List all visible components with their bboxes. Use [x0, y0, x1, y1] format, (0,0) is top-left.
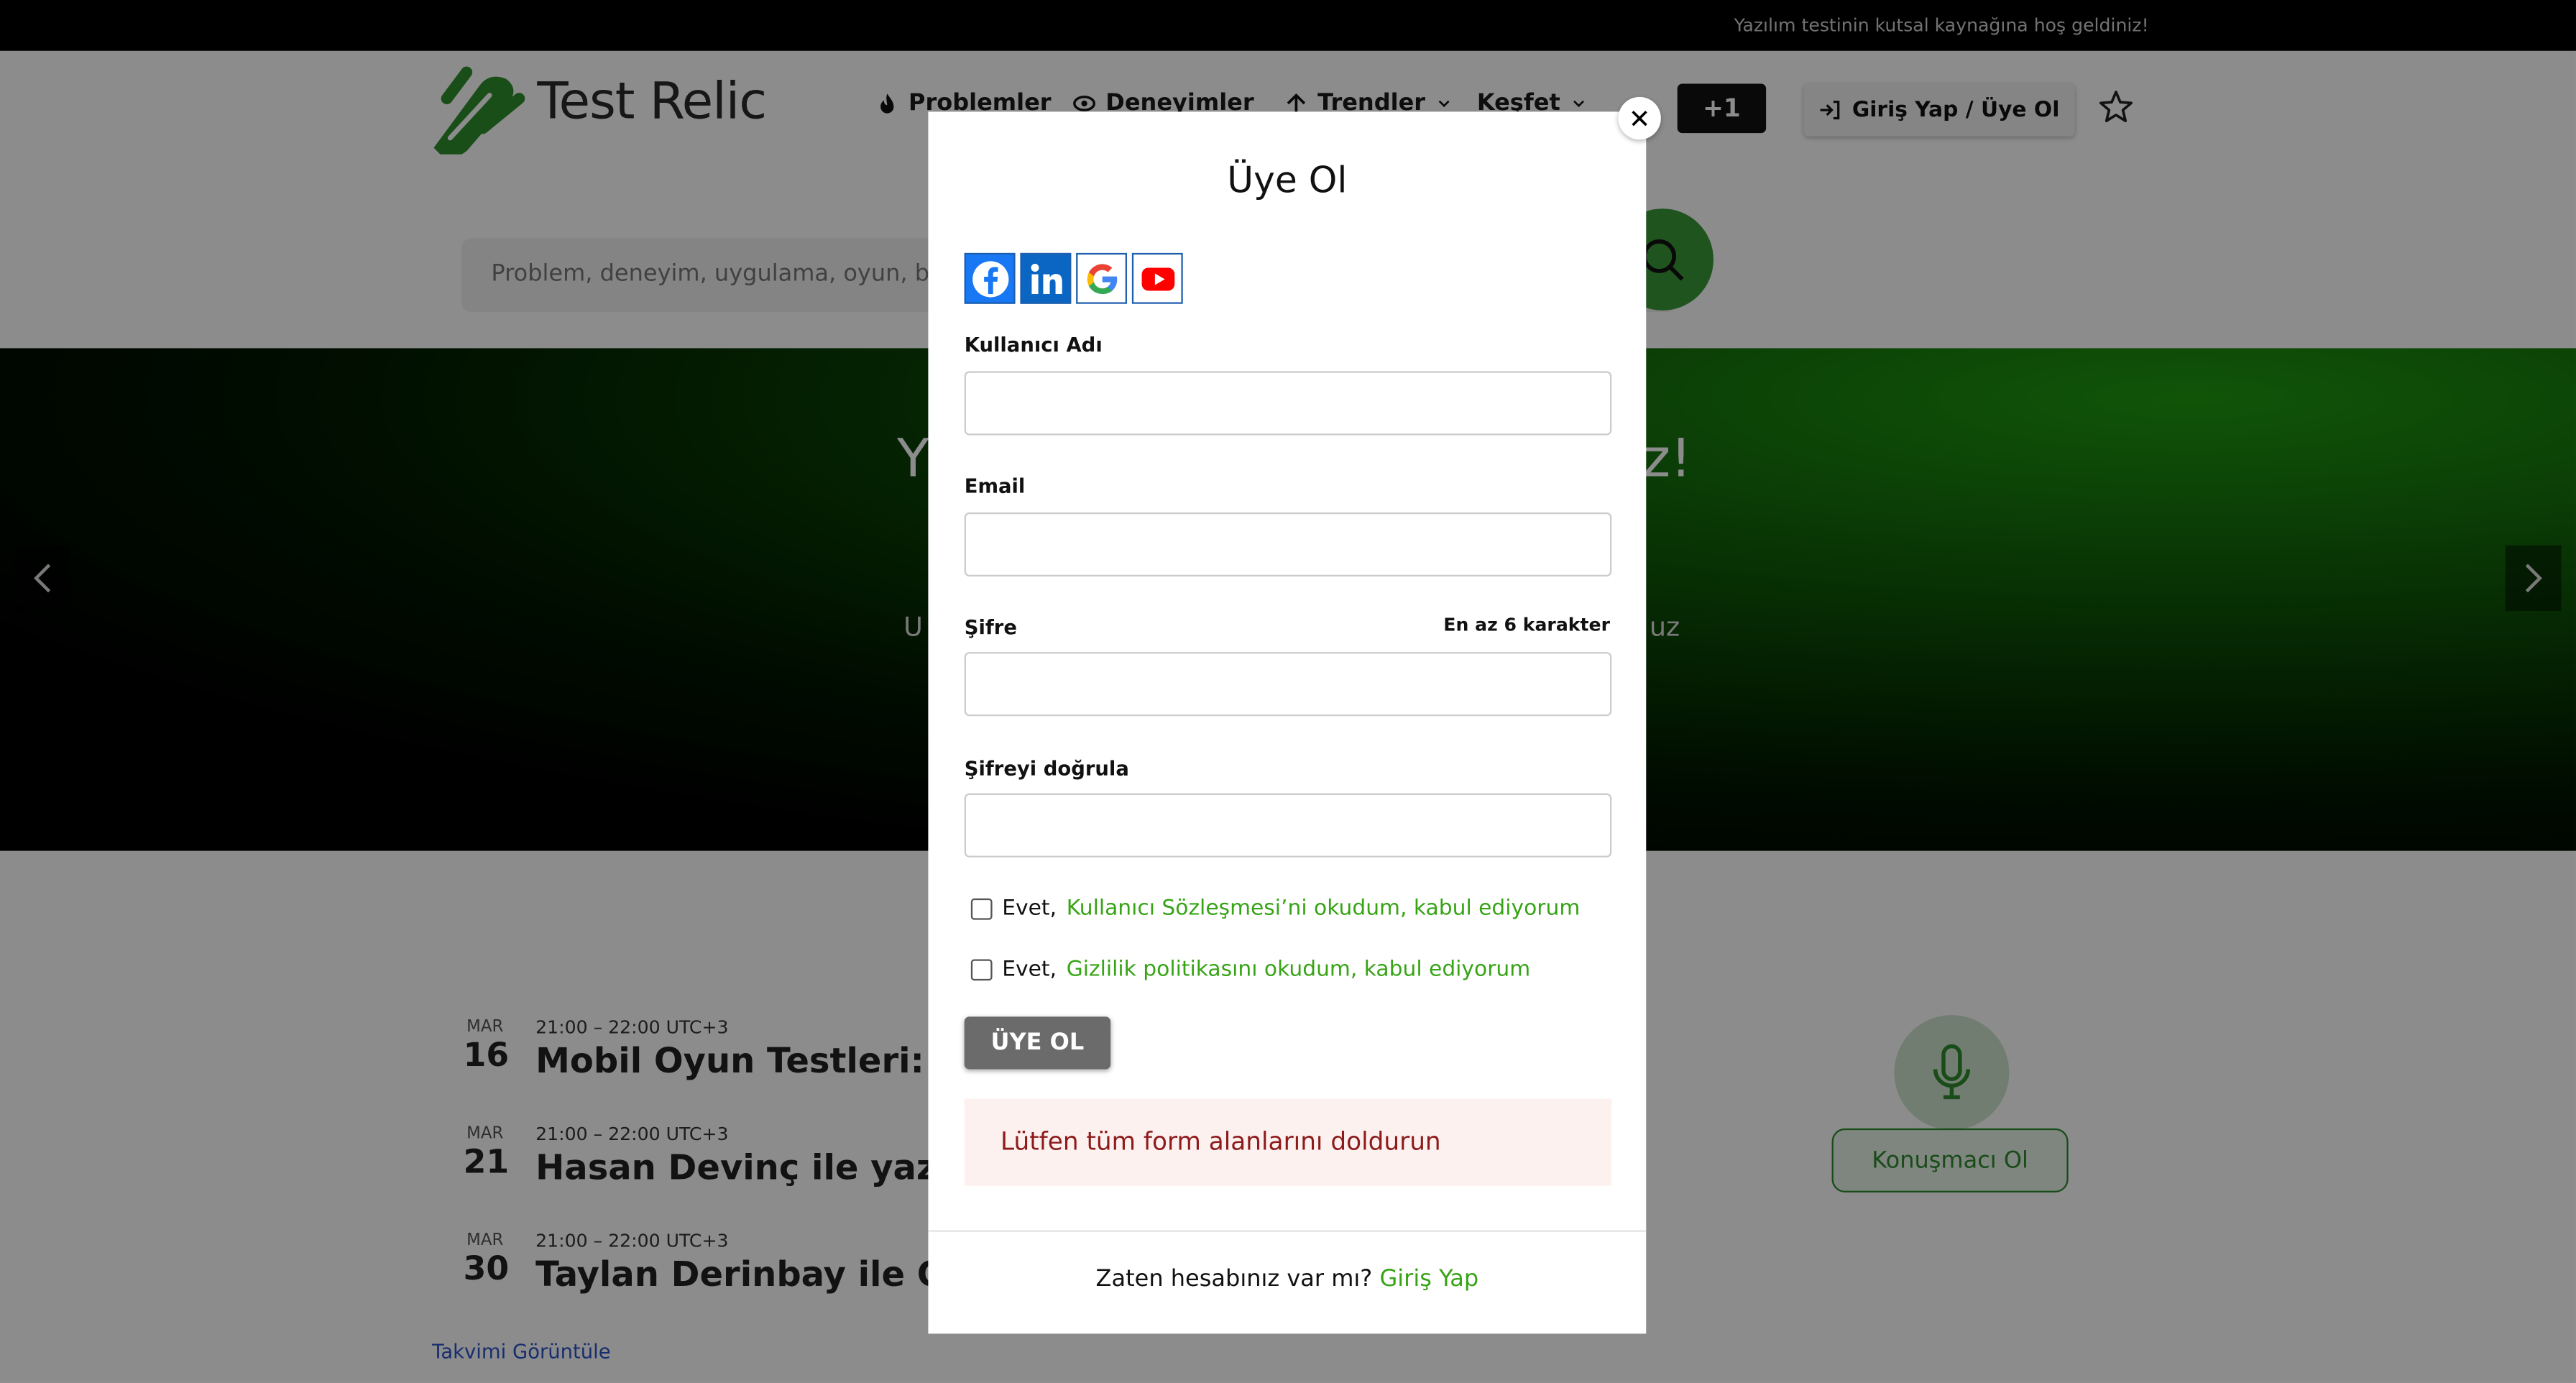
username-field[interactable] — [964, 371, 1612, 436]
page: Yazılım testinin kutsal kaynağına hoş ge… — [0, 0, 2576, 1383]
signup-submit-button[interactable]: ÜYE OL — [964, 1016, 1111, 1070]
youtube-button[interactable] — [1131, 252, 1183, 304]
close-modal-button[interactable]: ✕ — [1618, 96, 1661, 140]
linkedin-button[interactable] — [1020, 252, 1072, 304]
close-icon: ✕ — [1628, 102, 1651, 134]
modal-footer: Zaten hesabınız var mı? Giriş Yap — [928, 1267, 1646, 1293]
confirm-password-field[interactable] — [964, 793, 1612, 858]
terms-checkbox[interactable] — [970, 898, 993, 920]
email-field[interactable] — [964, 512, 1612, 577]
youtube-icon — [1141, 267, 1174, 290]
password-hint: En az 6 karakter — [1443, 614, 1610, 636]
google-icon — [1086, 263, 1117, 293]
linkedin-icon — [1030, 262, 1062, 293]
login-link[interactable]: Giriş Yap — [1379, 1267, 1478, 1293]
terms-prefix: Evet, — [1002, 896, 1057, 922]
password-label: Şifre — [964, 615, 1017, 639]
privacy-checkbox[interactable] — [970, 959, 993, 981]
confirm-password-label: Şifreyi doğrula — [964, 757, 1129, 781]
error-message: Lütfen tüm form alanlarını doldurun — [964, 1098, 1612, 1186]
privacy-link[interactable]: Gizlilik politikasını okudum, kabul ediy… — [1067, 957, 1530, 982]
modal-divider — [928, 1230, 1647, 1232]
google-button[interactable] — [1076, 252, 1127, 304]
signup-modal: Üye Ol Kullanıcı Adı Email Şifre En az 6… — [928, 111, 1647, 1334]
privacy-checkbox-row[interactable]: Evet, Gizlilik politikasını okudum, kabu… — [970, 957, 1530, 983]
privacy-prefix: Evet, — [1002, 957, 1057, 983]
modal-title: Üye Ol — [1227, 160, 1348, 203]
username-label: Kullanıcı Adı — [964, 333, 1103, 357]
password-field[interactable] — [964, 652, 1612, 717]
facebook-button[interactable] — [964, 252, 1016, 304]
facebook-icon — [971, 260, 1008, 297]
email-label: Email — [964, 474, 1026, 498]
footer-text: Zaten hesabınız var mı? — [1095, 1266, 1373, 1293]
terms-link[interactable]: Kullanıcı Sözleşmesi’ni okudum, kabul ed… — [1067, 897, 1581, 922]
terms-checkbox-row[interactable]: Evet, Kullanıcı Sözleşmesi’ni okudum, ka… — [970, 896, 1581, 922]
social-login-row — [964, 252, 1183, 304]
